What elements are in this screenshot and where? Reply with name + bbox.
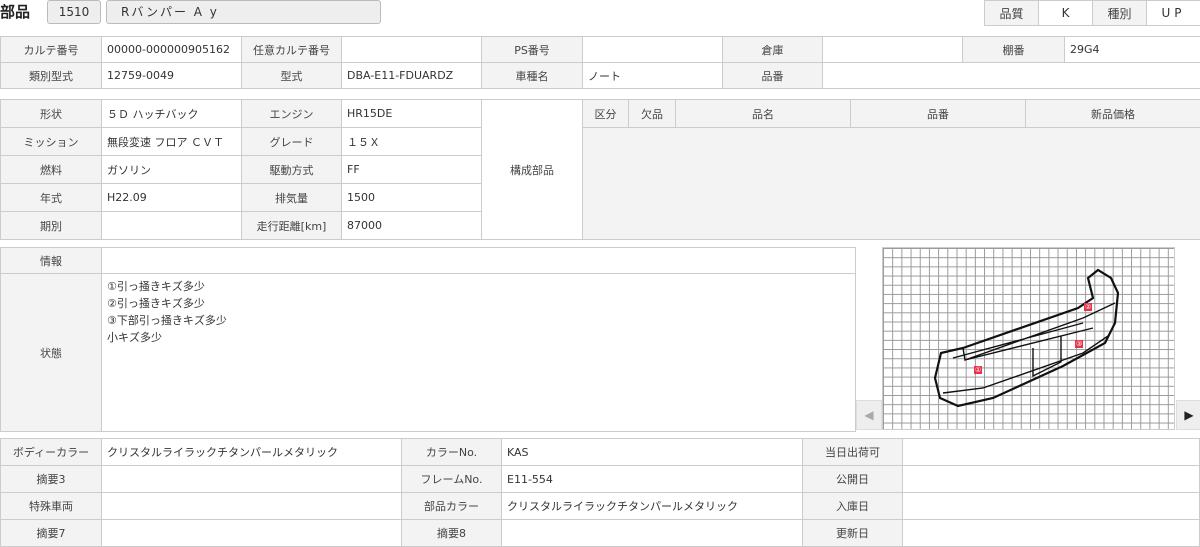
part-code: 1510 [47,0,101,24]
frame-value: E11-554 [501,465,803,493]
chevron-right-icon: ▶ [1184,408,1194,422]
components-label: 構成部品 [481,99,583,240]
drive-label: 駆動方式 [241,155,342,184]
parts-header-name: 品名 [675,99,851,128]
engine-label: エンジン [241,99,342,128]
color-no-label: カラーNo. [401,438,502,466]
vehicle-table: 形状 ５Ｄ ハッチバック エンジン HR15DE 構成部品 区分 欠品 品名 品番 … [0,99,1200,240]
damage-marker-1: ① [974,366,983,374]
status-value: ①引っ掻きキズ多少 ②引っ掻きキズ多少 ③下部引っ掻きキズ多少 小キズ多少 [101,273,856,432]
engine-value: HR15DE [341,99,482,128]
body-color-label: ボディーカラー [0,438,102,466]
grade-label: グレード [241,127,342,156]
quality-label: 品質 [984,0,1039,26]
part-diagram: ① ② ③ [882,247,1175,430]
drive-value: FF [341,155,482,184]
souko-value [822,36,963,63]
year-value: H22.09 [101,183,242,212]
body-color-value: クリスタルライラックチタンパールメタリック [101,438,402,466]
prev-image-button[interactable]: ◀ [856,400,882,430]
quality-table: 品質 K 種別 UP [984,0,1200,26]
ps-value [582,36,723,63]
part-color-label: 部品カラー [401,492,502,520]
damage-marker-2: ② [1084,303,1093,311]
parts-header-kubun: 区分 [582,99,629,128]
parts-header-kepin: 欠品 [628,99,676,128]
ps-label: PS番号 [481,36,583,63]
shape-value: ５Ｄ ハッチバック [101,99,242,128]
nini-label: 任意カルテ番号 [241,36,342,63]
mission-label: ミッション [0,127,102,156]
tana-value: 29G4 [1064,36,1200,63]
status-table: 情報 状態 ①引っ掻きキズ多少 ②引っ掻きキズ多少 ③下部引っ掻きキズ多少 小キ… [0,247,856,432]
part-color-value: クリスタルライラックチタンパールメタリック [501,492,803,520]
status-line: 小キズ多少 [107,331,162,344]
mileage-label: 走行距離[km] [241,211,342,240]
period-label: 期別 [0,211,102,240]
info-label: 情報 [0,247,102,274]
public-date-label: 公開日 [802,465,903,493]
quality-value: K [1038,0,1093,26]
year-label: 年式 [0,183,102,212]
summary3-value [101,465,402,493]
chevron-left-icon: ◀ [864,408,874,422]
status-line: ②引っ掻きキズ多少 [107,297,205,310]
ruibetsu-value: 12759-0049 [101,62,242,89]
hinban-label: 品番 [722,62,823,89]
period-value [101,211,242,240]
parts-header-price: 新品価格 [1025,99,1200,128]
updated-date-value [902,519,1200,547]
special-label: 特殊車両 [0,492,102,520]
same-day-label: 当日出荷可 [802,438,903,466]
frame-label: フレームNo. [401,465,502,493]
color-no-value: KAS [501,438,803,466]
status-label: 状態 [0,273,102,432]
parts-list [582,127,1200,240]
katashiki-value: DBA-E11-FDUARDZ [341,62,482,89]
parts-header-number: 品番 [850,99,1026,128]
summary7-value [101,519,402,547]
arrival-date-label: 入庫日 [802,492,903,520]
arrival-date-value [902,492,1200,520]
summary7-label: 摘要7 [0,519,102,547]
updated-date-label: 更新日 [802,519,903,547]
summary8-value [501,519,803,547]
shape-label: 形状 [0,99,102,128]
fuel-label: 燃料 [0,155,102,184]
detail-table: ボディーカラー クリスタルライラックチタンパールメタリック カラーNo. KAS 当… [0,438,1200,547]
karte-value: 00000-000000905162 [101,36,242,63]
next-image-button[interactable]: ▶ [1176,400,1200,430]
ruibetsu-label: 類別型式 [0,62,102,89]
tana-label: 棚番 [962,36,1065,63]
shamei-value: ノート [582,62,723,89]
status-line: ①引っ掻きキズ多少 [107,280,205,293]
special-value [101,492,402,520]
status-line: ③下部引っ掻きキズ多少 [107,314,227,327]
katashiki-label: 型式 [241,62,342,89]
hinban-value [822,62,1200,89]
mileage-value: 87000 [341,211,482,240]
karte-table: カルテ番号 00000-000000905162 任意カルテ番号 PS番号 倉庫 … [0,36,1200,89]
grade-value: １５Ｘ [341,127,482,156]
public-date-value [902,465,1200,493]
fuel-value: ガソリン [101,155,242,184]
bumper-drawing [933,268,1120,408]
type-value: UP [1146,0,1200,26]
souko-label: 倉庫 [722,36,823,63]
type-label: 種別 [1092,0,1147,26]
info-value [101,247,856,274]
page-title: 部品 [0,3,31,21]
karte-label: カルテ番号 [0,36,102,63]
damage-marker-3: ③ [1075,340,1084,348]
summary3-label: 摘要3 [0,465,102,493]
nini-value [341,36,482,63]
mission-value: 無段変速 フロア ＣＶＴ [101,127,242,156]
displacement-label: 排気量 [241,183,342,212]
same-day-value [902,438,1200,466]
displacement-value: 1500 [341,183,482,212]
shamei-label: 車種名 [481,62,583,89]
summary8-label: 摘要8 [401,519,502,547]
part-name: Rバンパー A y [106,0,381,24]
